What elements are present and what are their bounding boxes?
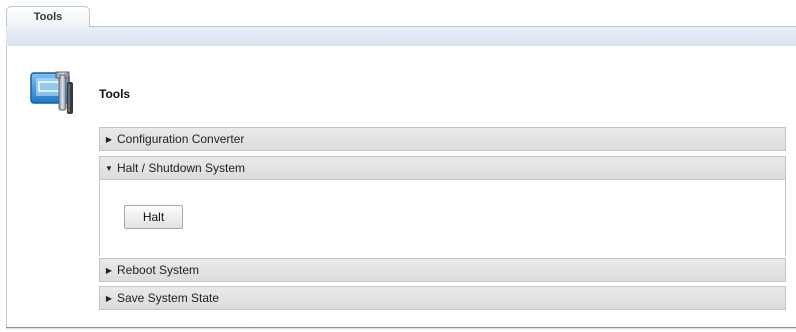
section-label: Save System State (117, 291, 220, 305)
halt-section-body: Halt (99, 180, 786, 256)
caret-right-icon: ▶ (105, 293, 113, 303)
caret-down-icon: ▼ (105, 163, 113, 173)
section-reboot-system[interactable]: ▶ Reboot System (99, 258, 786, 282)
caret-right-icon: ▶ (105, 265, 113, 275)
section-configuration-converter[interactable]: ▶ Configuration Converter (99, 127, 786, 151)
panel-shadow (6, 327, 796, 330)
tab-join (7, 26, 89, 29)
tab-tools[interactable]: Tools (6, 6, 90, 27)
section-save-system-state[interactable]: ▶ Save System State (99, 286, 786, 310)
halt-button[interactable]: Halt (124, 205, 183, 229)
caret-right-icon: ▶ (105, 134, 113, 144)
tab-band (6, 26, 796, 46)
tools-icon (30, 71, 73, 114)
tab-bar: Tools (0, 0, 796, 46)
section-label: Halt / Shutdown System (117, 161, 246, 175)
tab-tools-label: Tools (33, 11, 63, 23)
section-label: Reboot System (117, 263, 200, 277)
page-title: Tools (99, 87, 131, 101)
section-halt-shutdown-system[interactable]: ▼ Halt / Shutdown System (99, 156, 786, 180)
section-label: Configuration Converter (117, 132, 245, 146)
